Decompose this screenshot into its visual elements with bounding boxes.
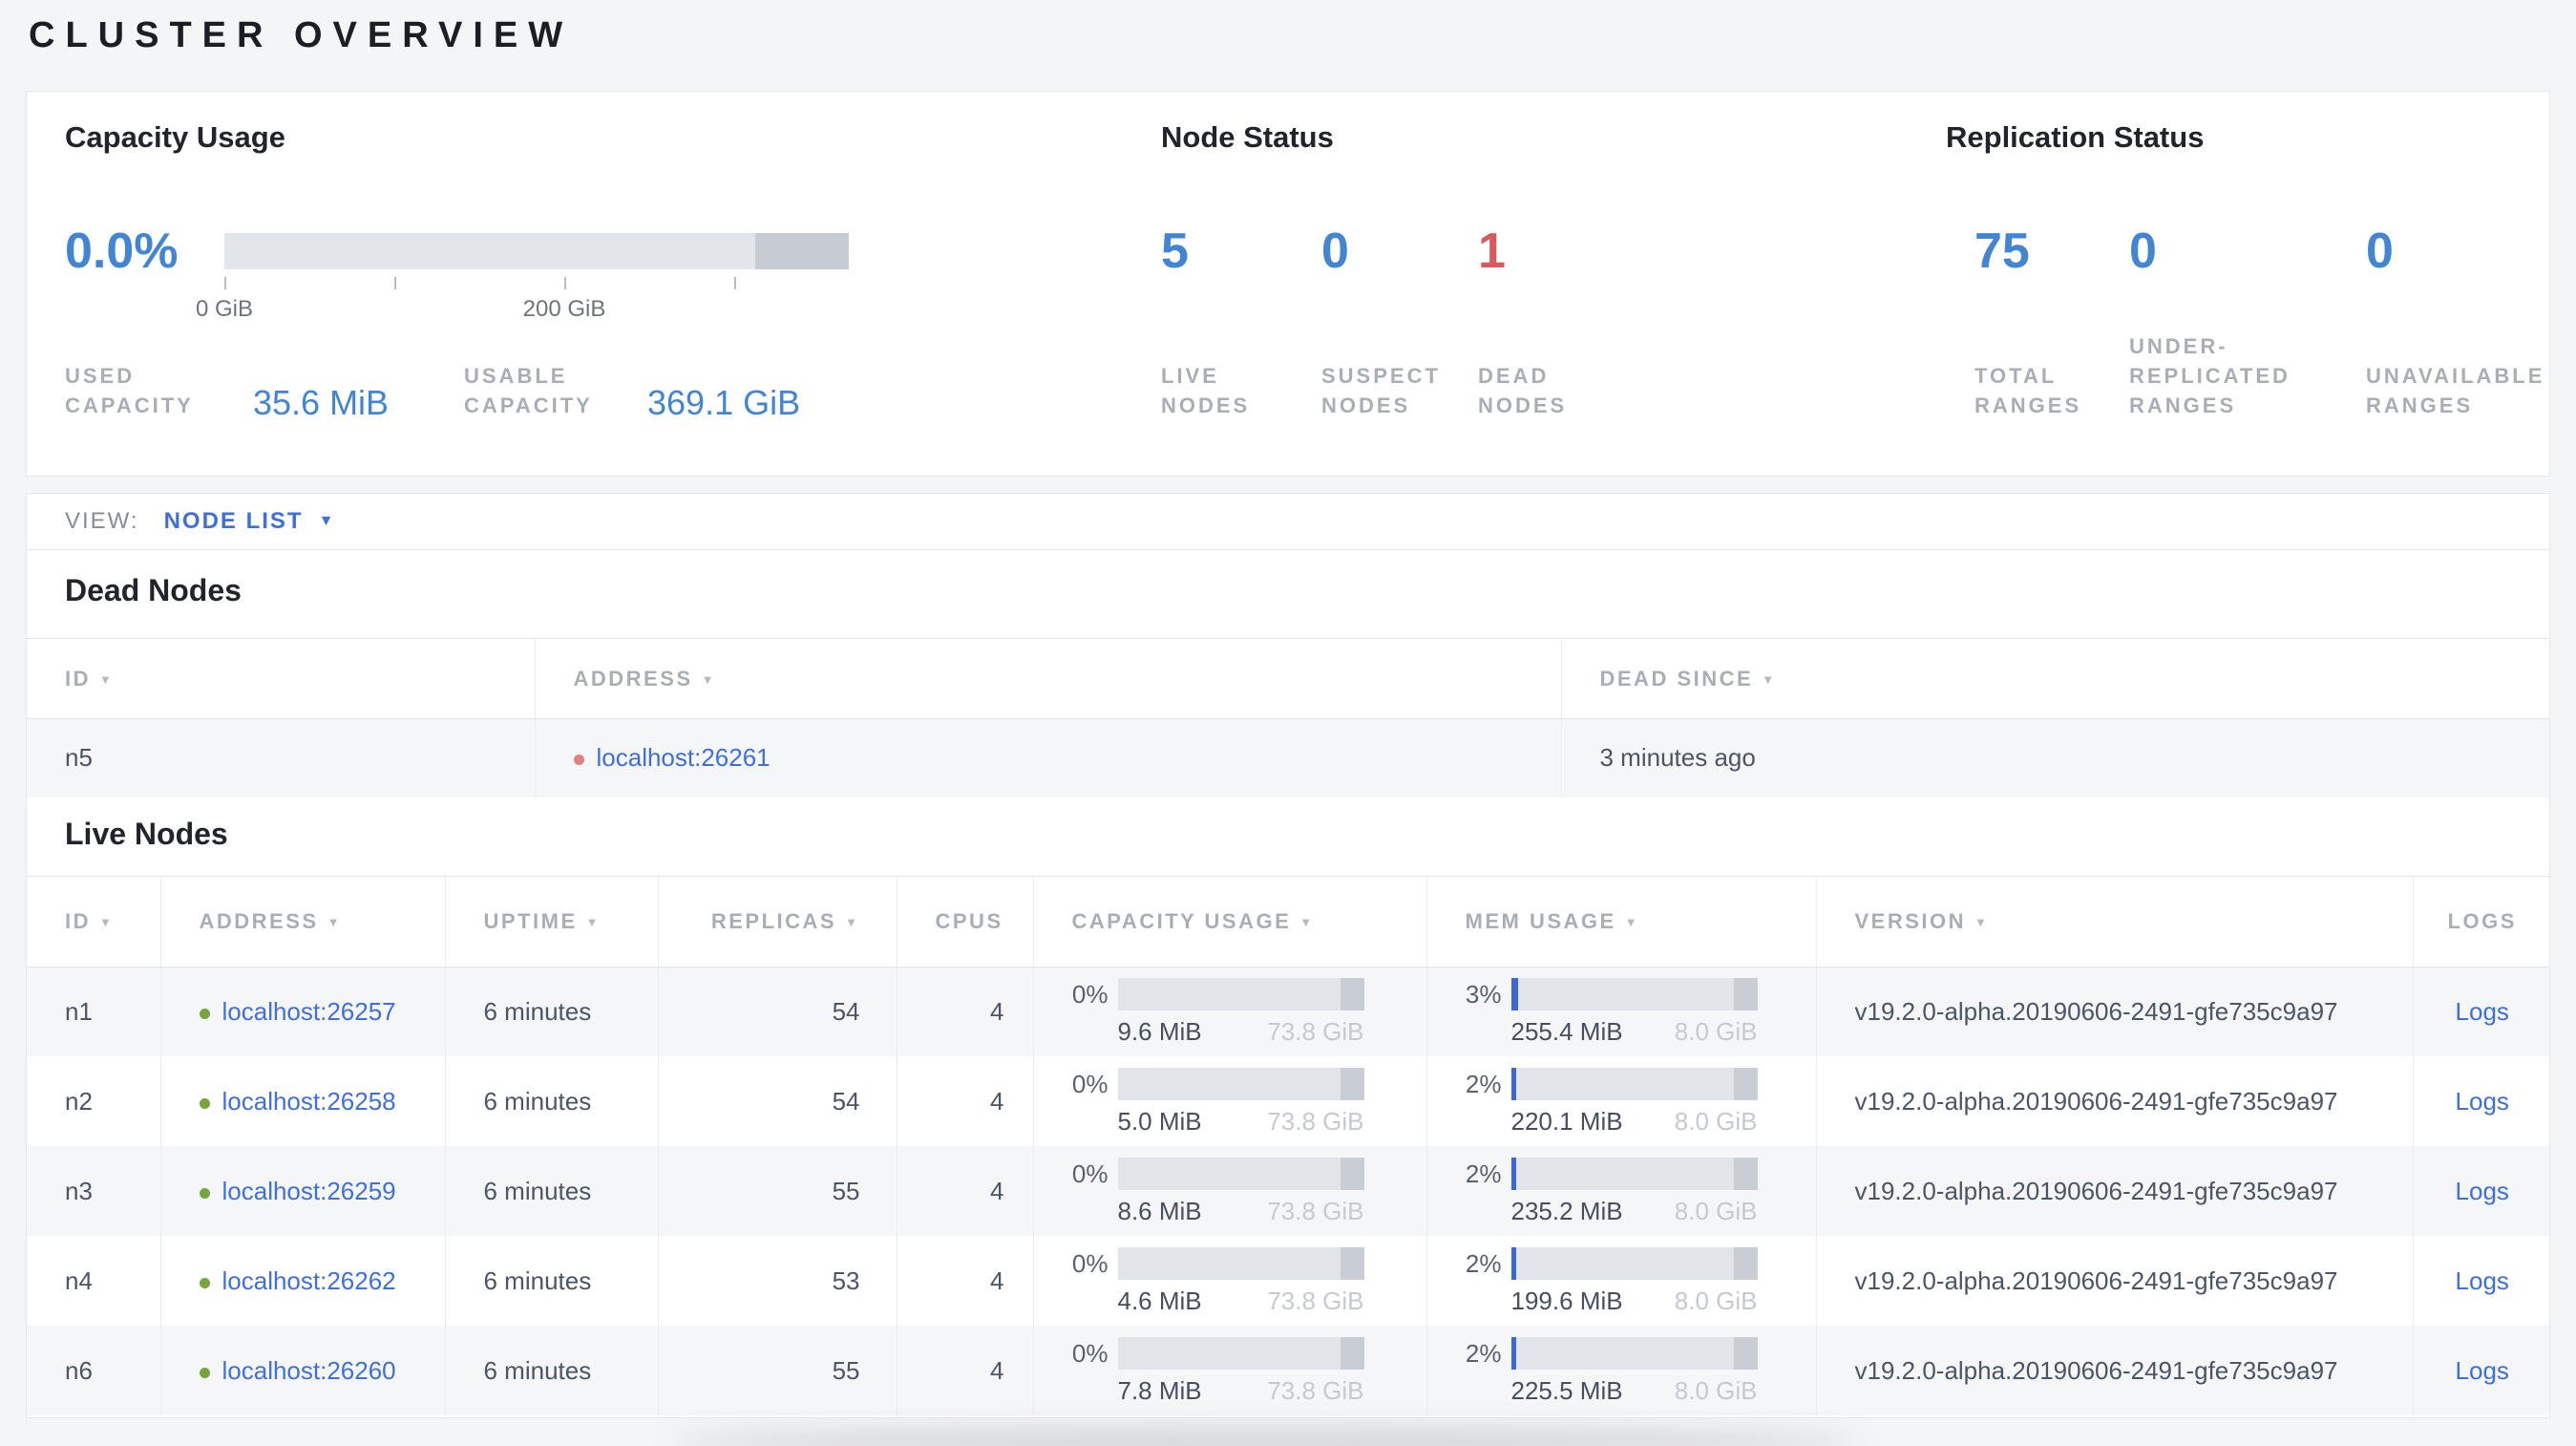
table-row: n1 localhost:26257 6 minutes 54 4 0% 9.6… [27,967,2549,1056]
axis-tick [734,277,736,289]
mem-usage-meter: 2% 225.5 MiB 8.0 GiB [1425,1326,1816,1415]
table-row: n5 localhost:26261 3 minutes ago [27,718,2549,797]
axis-tick-label: 200 GiB [522,296,606,322]
live-col-cpus: CPUS [896,875,1033,968]
dead-col-dead-since[interactable]: DEAD SINCE ▼ [1560,638,2549,719]
below-fold-shadow [668,1431,1862,1446]
live-col-id[interactable]: ID ▼ [27,875,160,968]
table-row: n4 localhost:26262 6 minutes 53 4 0% 4.6… [27,1236,2549,1326]
live-status-icon [199,1187,210,1199]
logs-link[interactable]: Logs [2456,1177,2509,1205]
sort-icon: ▼ [99,671,115,687]
node-address-link[interactable]: localhost:26260 [222,1356,396,1385]
live-col-mem[interactable]: MEM USAGE ▼ [1425,875,1816,968]
view-selector-dropdown[interactable]: NODE LIST ▼ [164,508,336,535]
mem-usage-meter: 2% 235.2 MiB 8.0 GiB [1425,1146,1816,1236]
live-nodes-rows: n1 localhost:26257 6 minutes 54 4 0% 9.6… [27,967,2549,1415]
capacity-usage-meter: 0% 5.0 MiB 73.8 GiB [1032,1056,1426,1146]
live-col-uptime[interactable]: UPTIME ▼ [444,875,658,968]
dead-nodes-table: ID ▼ ADDRESS ▼ DEAD SINCE ▼ n5 localhost:26… [27,638,2549,797]
live-status-icon [199,1367,210,1378]
capacity-usage-meter: 0% 9.6 MiB 73.8 GiB [1032,967,1426,1056]
live-col-address[interactable]: ADDRESS ▼ [159,875,445,968]
usable-capacity-value: 369.1 GiB [647,383,801,422]
live-status-icon [199,1008,210,1019]
node-status-title: Node Status [1161,120,1334,154]
axis-tick [224,277,226,289]
logs-link[interactable]: Logs [2456,1266,2509,1295]
node-id: n5 [65,743,93,773]
capacity-usage-section: Capacity Usage 0.0% 0 GiB 200 GiB USED C… [27,92,1161,476]
live-col-replicas[interactable]: REPLICAS ▼ [657,875,897,968]
sort-icon: ▼ [1974,914,1990,929]
mem-usage-meter: 3% 255.4 MiB 8.0 GiB [1425,967,1816,1056]
node-address-link[interactable]: localhost:26262 [222,1266,396,1295]
view-bar: VIEW: NODE LIST ▼ [26,493,2550,550]
view-label: VIEW: [65,508,139,534]
sort-icon: ▼ [845,914,860,929]
logs-link[interactable]: Logs [2456,1087,2509,1116]
page-title: CLUSTER OVERVIEW [29,15,574,55]
live-col-capacity[interactable]: CAPACITY USAGE ▼ [1032,875,1426,968]
dead-status-icon [573,755,584,766]
table-row: n6 localhost:26260 6 minutes 55 4 0% 7.8… [27,1326,2549,1415]
logs-link[interactable]: Logs [2456,997,2509,1026]
used-capacity-value: 35.6 MiB [253,383,390,422]
sort-icon: ▼ [1624,914,1640,929]
sort-icon: ▼ [327,914,342,929]
mem-usage-meter: 2% 220.1 MiB 8.0 GiB [1425,1056,1816,1146]
capacity-percent: 0.0% [65,223,179,279]
dead-since-value: 3 minutes ago [1560,718,2549,797]
live-col-logs: LOGS [2412,875,2549,968]
dead-col-address[interactable]: ADDRESS ▼ [534,638,1561,719]
sort-icon: ▼ [99,914,115,929]
capacity-bar-other-segment [754,233,849,269]
capacity-summary-bar [224,233,849,269]
capacity-usage-title: Capacity Usage [65,120,285,154]
node-status-section: Node Status 5 LIVE NODES 0 SUSPECT NODES… [1161,120,1568,417]
logs-link[interactable]: Logs [2456,1356,2509,1385]
cluster-summary-panel: Capacity Usage 0.0% 0 GiB 200 GiB USED C… [26,91,2550,477]
capacity-usage-meter: 0% 7.8 MiB 73.8 GiB [1032,1326,1426,1415]
live-nodes-heading: Live Nodes [65,816,228,851]
capacity-usage-meter: 0% 4.6 MiB 73.8 GiB [1032,1236,1426,1326]
live-status-icon [199,1097,210,1109]
table-row: n3 localhost:26259 6 minutes 55 4 0% 8.6… [27,1146,2549,1236]
capacity-usage-meter: 0% 8.6 MiB 73.8 GiB [1032,1146,1426,1236]
chevron-down-icon: ▼ [318,513,336,529]
axis-tick-label: 0 GiB [195,296,254,322]
live-nodes-table: ID ▼ ADDRESS ▼ UPTIME ▼ REPLICAS ▼ CPUS CAPA… [27,875,2549,1415]
sort-icon: ▼ [1299,914,1315,929]
sort-icon: ▼ [701,671,716,687]
dead-col-id[interactable]: ID ▼ [27,638,535,719]
sort-icon: ▼ [585,914,601,929]
sort-icon: ▼ [1762,671,1777,687]
node-address-link[interactable]: localhost:26259 [222,1177,396,1205]
node-address-link[interactable]: localhost:26258 [222,1087,396,1116]
node-address-link[interactable]: localhost:26261 [597,743,771,772]
live-col-version[interactable]: VERSION ▼ [1815,875,2413,968]
node-address-link[interactable]: localhost:26257 [222,997,396,1026]
mem-usage-meter: 2% 199.6 MiB 8.0 GiB [1425,1236,1816,1326]
dead-nodes-heading: Dead Nodes [65,573,242,607]
replication-status-title: Replication Status [1946,120,2205,154]
axis-tick [564,277,566,289]
table-row: n2 localhost:26258 6 minutes 54 4 0% 5.0… [27,1056,2549,1146]
live-status-icon [199,1277,210,1288]
axis-tick [394,277,396,289]
replication-status-section: Replication Status 75 TOTAL RANGES 0 UND… [1946,120,2545,417]
nodes-panel: Dead Nodes ID ▼ ADDRESS ▼ DEAD SINCE ▼ n5 l… [26,550,2550,1418]
